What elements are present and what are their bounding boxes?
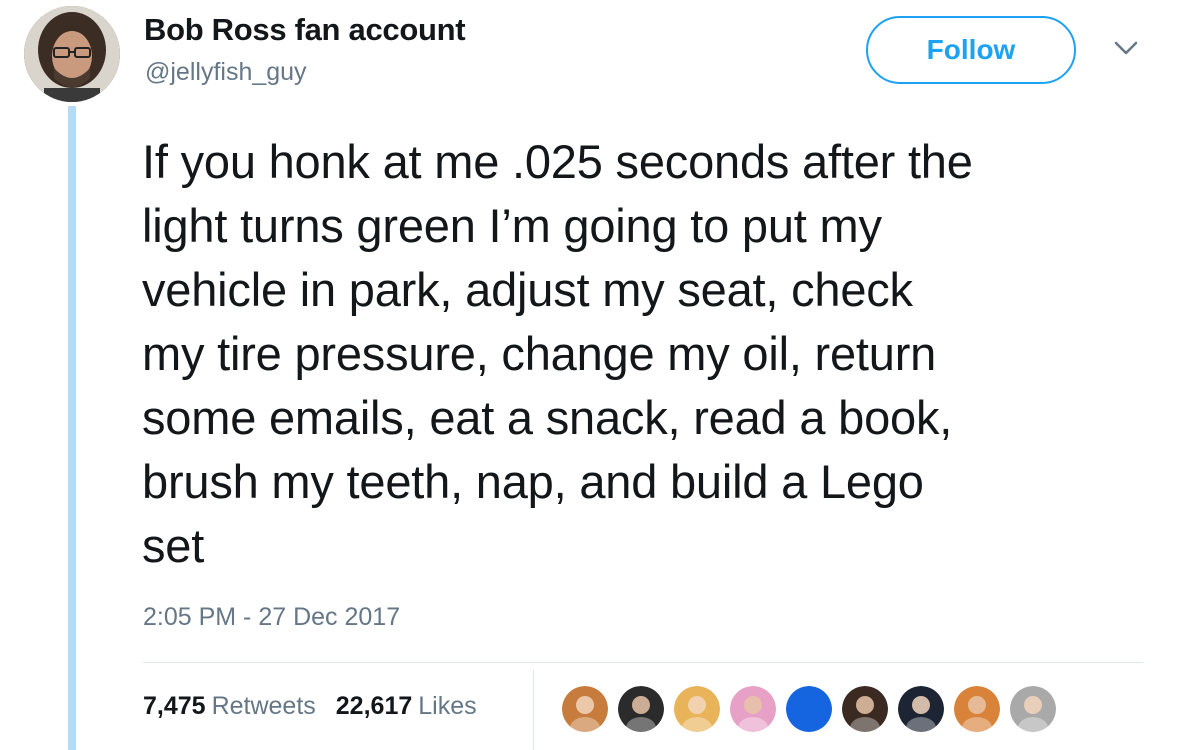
- likes-label: Likes: [418, 692, 477, 720]
- tweet-text-line: vehicle in park, adjust my seat, check: [142, 263, 913, 316]
- tweet-text-line: set: [142, 519, 205, 572]
- tweet-text-line: my tire pressure, change my oil, return: [142, 327, 937, 380]
- liker-avatar[interactable]: [618, 686, 664, 732]
- author-handle[interactable]: @jellyfish_guy: [145, 58, 307, 87]
- liker-avatar[interactable]: [954, 686, 1000, 732]
- liker-avatar[interactable]: [562, 686, 608, 732]
- liker-avatar[interactable]: [730, 686, 776, 732]
- thread-line: [68, 106, 76, 750]
- tweet-text: If you honk at me .025 seconds after the…: [142, 130, 1152, 578]
- liker-avatar[interactable]: [674, 686, 720, 732]
- author-display-name[interactable]: Bob Ross fan account: [144, 12, 466, 48]
- likes-count: 22,617: [335, 692, 413, 720]
- tweet-text-line: brush my teeth, nap, and build a Lego: [142, 455, 924, 508]
- tweet-timestamp[interactable]: 2:05 PM - 27 Dec 2017: [143, 603, 400, 632]
- retweets-label: Retweets: [211, 692, 316, 720]
- tweet-text-line: some emails, eat a snack, read a book,: [142, 391, 953, 444]
- stats-separator: [533, 670, 534, 750]
- follow-button[interactable]: Follow: [866, 16, 1076, 84]
- tweet-text-line: If you honk at me .025 seconds after the: [142, 135, 973, 188]
- liker-avatar[interactable]: [786, 686, 832, 732]
- author-avatar[interactable]: [24, 6, 120, 102]
- retweets-count: 7,475: [143, 692, 206, 720]
- tweet-card: Bob Ross fan account @jellyfish_guy Foll…: [0, 0, 1200, 750]
- liker-avatar[interactable]: [1010, 686, 1056, 732]
- retweets-stat[interactable]: 7,475 Retweets: [143, 692, 316, 721]
- chevron-down-icon[interactable]: [1112, 38, 1140, 58]
- divider: [143, 662, 1143, 663]
- likes-stat[interactable]: 22,617 Likes: [336, 692, 477, 721]
- tweet-text-line: light turns green I’m going to put my: [142, 199, 882, 252]
- tweet-stats: 7,475 Retweets 22,617 Likes: [143, 692, 477, 721]
- liker-avatar[interactable]: [898, 686, 944, 732]
- liker-avatars: [562, 686, 1056, 732]
- liker-avatar[interactable]: [842, 686, 888, 732]
